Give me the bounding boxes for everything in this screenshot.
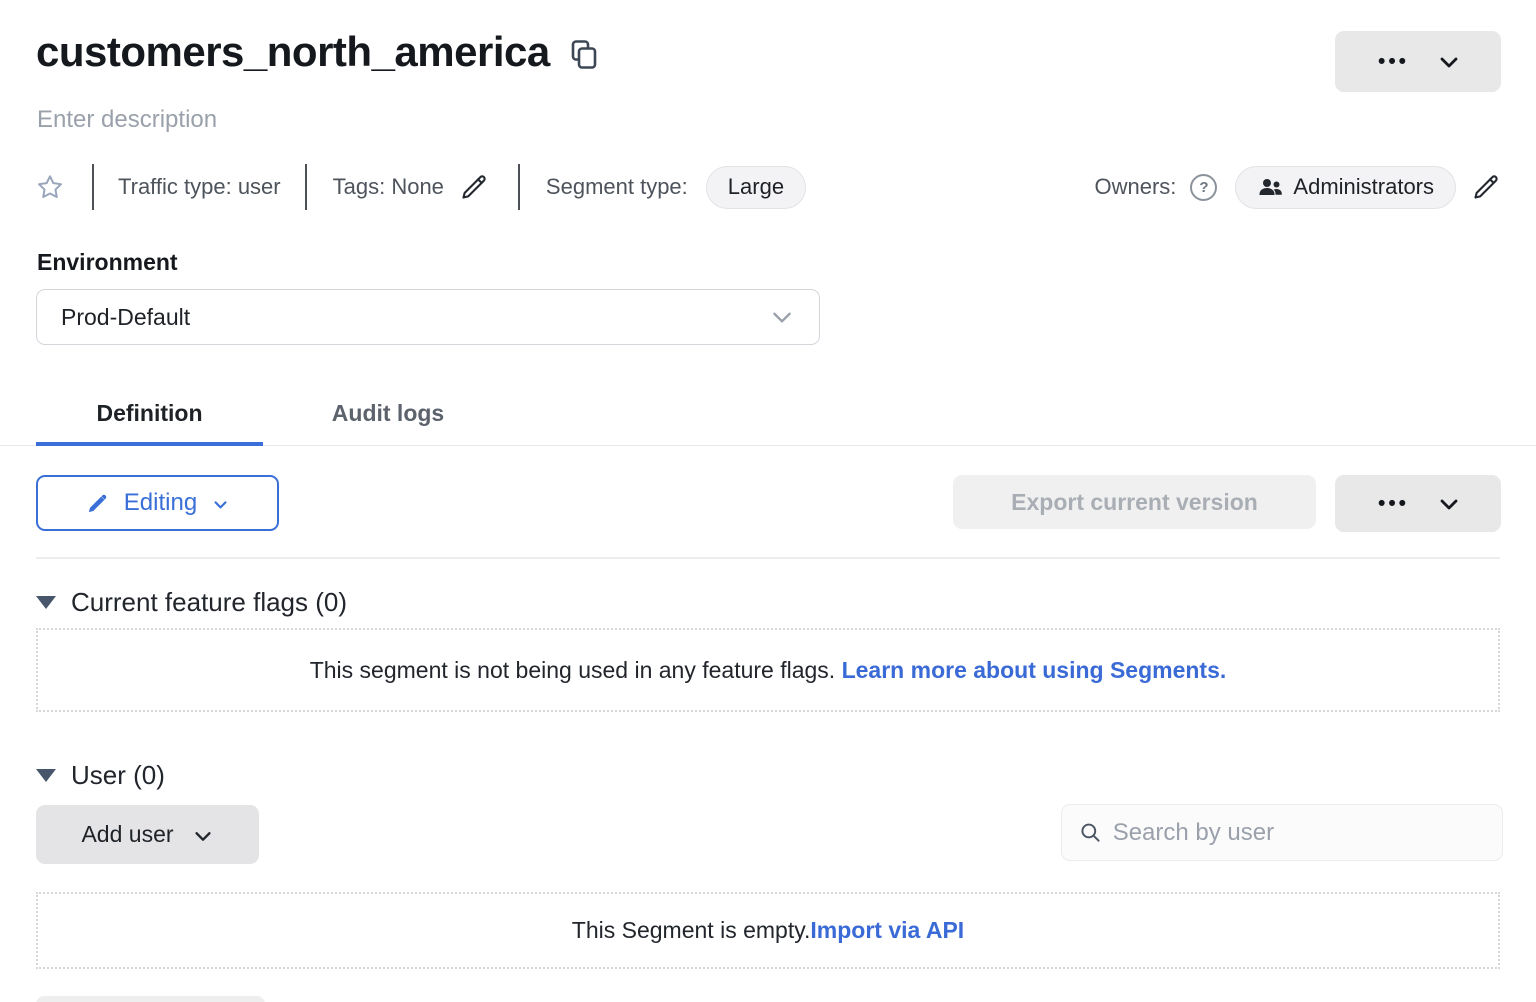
star-icon[interactable] bbox=[36, 173, 64, 201]
tags-label: Tags: None bbox=[333, 174, 444, 200]
title-row: customers_north_america bbox=[36, 28, 598, 76]
meta-divider bbox=[518, 164, 520, 210]
active-tab-indicator bbox=[36, 442, 263, 446]
owners-badge[interactable]: Administrators bbox=[1235, 166, 1456, 209]
search-icon bbox=[1078, 819, 1103, 846]
section-divider bbox=[36, 557, 1500, 559]
traffic-type-label: Traffic type: user bbox=[118, 174, 281, 200]
collapse-caret-icon bbox=[36, 769, 56, 782]
environment-selected-value: Prod-Default bbox=[61, 304, 190, 331]
collapse-caret-icon bbox=[36, 596, 56, 609]
editing-label: Editing bbox=[124, 489, 197, 517]
owners-label: Owners: bbox=[1094, 174, 1176, 200]
chevron-down-icon bbox=[769, 304, 795, 330]
copy-icon[interactable] bbox=[570, 39, 598, 71]
feature-flags-empty-text: This segment is not being used in any fe… bbox=[310, 657, 842, 684]
segment-detail-page: customers_north_america ••• Enter descri… bbox=[0, 0, 1536, 1002]
export-current-version-button[interactable]: Export current version bbox=[953, 475, 1316, 529]
segment-empty-text: This Segment is empty. bbox=[572, 917, 811, 944]
help-icon[interactable]: ? bbox=[1190, 174, 1217, 201]
ellipsis-icon: ••• bbox=[1375, 493, 1409, 514]
edit-tags-pencil-icon[interactable] bbox=[460, 173, 488, 201]
feature-flags-heading: Current feature flags (0) bbox=[71, 587, 347, 618]
chevron-down-icon bbox=[1437, 50, 1461, 74]
toolbar-more-menu-button[interactable]: ••• bbox=[1335, 475, 1501, 532]
search-by-user-input[interactable] bbox=[1113, 819, 1486, 847]
feature-flags-empty-state: This segment is not being used in any fe… bbox=[36, 628, 1500, 712]
chevron-down-icon bbox=[192, 825, 214, 847]
tab-audit-logs[interactable]: Audit logs bbox=[263, 381, 513, 445]
partial-next-element bbox=[36, 996, 265, 1002]
header-more-menu-button[interactable]: ••• bbox=[1335, 31, 1501, 92]
learn-more-link[interactable]: Learn more about using Segments. bbox=[842, 657, 1227, 684]
meta-row: Traffic type: user Tags: None Segment ty… bbox=[36, 163, 1500, 211]
editing-mode-button[interactable]: Editing bbox=[36, 475, 279, 531]
ellipsis-icon: ••• bbox=[1375, 51, 1409, 72]
user-search bbox=[1061, 804, 1503, 861]
edit-owners-pencil-icon[interactable] bbox=[1472, 173, 1500, 201]
description-field[interactable]: Enter description bbox=[37, 106, 217, 134]
chevron-down-icon bbox=[1437, 492, 1461, 516]
meta-divider bbox=[92, 164, 94, 210]
add-user-button[interactable]: Add user bbox=[36, 805, 259, 864]
meta-divider bbox=[305, 164, 307, 210]
import-via-api-link[interactable]: Import via API bbox=[810, 917, 964, 944]
owners-value: Administrators bbox=[1293, 174, 1434, 200]
tab-bar: Definition Audit logs bbox=[0, 381, 1536, 446]
user-section-header[interactable]: User (0) bbox=[36, 760, 165, 791]
tab-definition[interactable]: Definition bbox=[36, 381, 263, 445]
chevron-down-icon bbox=[212, 496, 229, 513]
add-user-label: Add user bbox=[81, 821, 173, 848]
feature-flags-section-header[interactable]: Current feature flags (0) bbox=[36, 587, 347, 618]
user-heading: User (0) bbox=[71, 760, 165, 791]
segment-empty-state: This Segment is empty. Import via API bbox=[36, 892, 1500, 969]
pencil-icon bbox=[86, 492, 109, 515]
segment-type-label: Segment type: bbox=[546, 174, 688, 200]
page-title: customers_north_america bbox=[36, 28, 550, 76]
environment-label: Environment bbox=[37, 249, 178, 276]
environment-select[interactable]: Prod-Default bbox=[36, 289, 820, 345]
people-icon bbox=[1257, 175, 1283, 199]
segment-type-badge: Large bbox=[706, 166, 806, 209]
